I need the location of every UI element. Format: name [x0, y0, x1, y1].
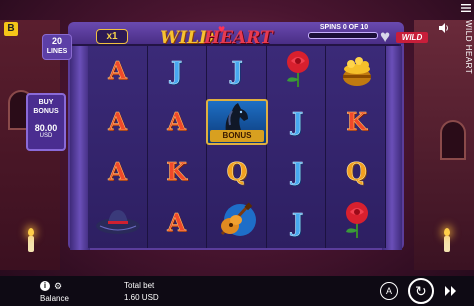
logo-heart-text: HEART	[204, 28, 273, 48]
spins-label: SPINS 0 OF 10	[319, 24, 369, 31]
reel-cell: A	[88, 97, 147, 148]
symbol-j: J	[291, 207, 304, 237]
symbol-a: A	[108, 157, 127, 187]
vertical-game-title: WILD HEART	[464, 20, 473, 75]
reel-cell: A	[88, 147, 147, 198]
reel-cell: Q	[206, 147, 268, 198]
candle-right	[444, 228, 450, 252]
gold-pot-icon	[337, 49, 377, 94]
symbol-a: A	[108, 56, 127, 86]
reel-cell	[327, 198, 386, 249]
symbol-a: A	[108, 106, 127, 136]
total-bet-label: Total bet	[124, 281, 155, 290]
symbol-j: J	[231, 56, 243, 86]
turbo-icon[interactable]	[444, 284, 458, 298]
total-bet-value[interactable]: 1.60 USD	[124, 293, 159, 302]
wild-badge-label: WILD	[396, 32, 428, 43]
balance-label: Balance	[40, 294, 69, 303]
symbol-a: A	[167, 207, 186, 237]
symbol-a: A	[167, 106, 186, 136]
spin-button[interactable]: ↻	[408, 278, 434, 304]
symbol-j: J	[291, 106, 304, 136]
symbol-j: J	[291, 157, 304, 187]
buy-bonus-title-line1: BUY	[38, 99, 54, 106]
reel-cell: A	[147, 97, 206, 148]
menu-icon[interactable]	[461, 4, 471, 12]
gear-icon[interactable]: ⚙	[54, 281, 62, 291]
reel-cell	[88, 198, 147, 249]
reel-cell	[327, 46, 386, 97]
buy-bonus-button[interactable]: BUY BONUS 80.00 USD	[26, 93, 66, 151]
provider-logo: B	[4, 22, 18, 36]
autoplay-button[interactable]: A	[380, 282, 398, 300]
frame-pillar-left	[70, 46, 90, 250]
lines-count: 20	[51, 36, 62, 46]
reel-cell: K	[327, 97, 386, 148]
spins-progress-bar	[308, 32, 378, 39]
lines-label: LINES	[46, 48, 68, 55]
free-spins-counter: SPINS 0 OF 10	[308, 24, 380, 42]
background-window-right	[440, 120, 466, 160]
reel-cell: J	[206, 46, 268, 97]
info-icon[interactable]: i	[40, 281, 50, 291]
spin-arrow-icon: ↻	[415, 283, 427, 299]
reel-cell: J	[268, 97, 327, 148]
rose-icon	[281, 49, 315, 94]
heart-icon: ♥	[380, 27, 391, 46]
reel-cell: J	[268, 198, 327, 249]
guitar-icon	[214, 200, 260, 245]
multiplier-badge: x1	[96, 29, 128, 44]
reel-cell: A	[147, 198, 206, 249]
reel-cell: A	[88, 46, 147, 97]
reel-cell	[268, 46, 327, 97]
buy-bonus-price: 80.00	[34, 123, 58, 133]
reels-grid: A J J A A BONUS J K A K Q J Q A J	[88, 46, 386, 248]
bottom-bar: i ⚙ Balance Total bet 1.60 USD	[0, 276, 474, 306]
lines-badge: 20 LINES	[42, 34, 72, 60]
symbol-j: J	[170, 56, 183, 86]
reel-cell: BONUS	[206, 97, 268, 148]
symbol-q: Q	[346, 157, 367, 187]
rose-icon	[340, 200, 374, 245]
reel-cell: K	[147, 147, 206, 198]
wild-heart-badge: ♥ WILD	[380, 27, 430, 46]
reel-cell: J	[268, 147, 327, 198]
buy-bonus-title: BUY BONUS	[28, 98, 64, 116]
game-logo: WILD ♥ HEART	[160, 22, 290, 48]
bonus-symbol: BONUS	[206, 98, 268, 145]
reel-cell: Q	[327, 147, 386, 198]
symbol-k: K	[346, 106, 367, 136]
bonus-label: BONUS	[210, 129, 264, 142]
hat-icon	[94, 202, 142, 243]
reel-cell	[206, 198, 268, 249]
symbol-k: K	[166, 157, 187, 187]
sound-icon[interactable]	[438, 22, 450, 34]
buy-bonus-title-line2: BONUS	[33, 108, 59, 115]
candle-left	[28, 228, 34, 252]
buy-bonus-currency: USD	[39, 133, 53, 139]
symbol-q: Q	[226, 157, 248, 187]
reel-cell: J	[147, 46, 206, 97]
